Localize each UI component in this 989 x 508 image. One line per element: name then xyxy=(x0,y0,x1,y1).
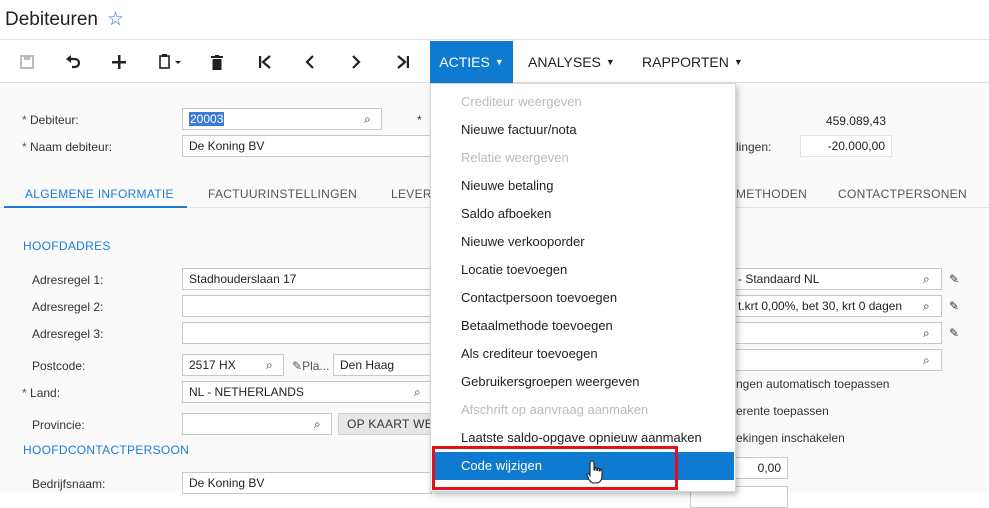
analyses-label: ANALYSES xyxy=(528,54,601,70)
pencil-icon: ✎ xyxy=(292,359,303,373)
pencil-icon[interactable]: ✎ xyxy=(949,326,959,340)
acties-dropdown-menu: Crediteur weergeven Nieuwe factuur/nota Re… xyxy=(430,83,736,492)
pencil-icon[interactable]: ✎ xyxy=(949,299,959,313)
menu-item-crediteur-weergeven: Crediteur weergeven xyxy=(461,94,582,109)
clipboard-icon[interactable] xyxy=(150,41,190,83)
land-field[interactable]: NL - NETHERLANDS xyxy=(182,381,432,403)
checkbox-label-3: ekingen inschakelen xyxy=(736,431,845,445)
adresregel2-field[interactable] xyxy=(182,295,432,317)
search-icon[interactable]: ⌕ xyxy=(314,417,321,432)
save-icon[interactable] xyxy=(10,41,44,83)
provincie-label: Provincie: xyxy=(32,418,85,432)
menu-item-relatie-weergeven: Relatie weergeven xyxy=(461,150,569,165)
checkbox-label-2: erente toepassen xyxy=(736,404,829,418)
rapporten-label: RAPPORTEN xyxy=(642,54,729,70)
menu-item-nieuwe-betaling[interactable]: Nieuwe betaling xyxy=(431,172,735,200)
provincie-field[interactable] xyxy=(182,413,332,435)
search-icon[interactable]: ⌕ xyxy=(364,112,371,127)
highlight-box xyxy=(432,446,678,490)
caret-down-icon: ▼ xyxy=(605,57,615,67)
menu-item-afschrift-op-aanvraag-aanmaken: Afschrift op aanvraag aanmaken xyxy=(461,402,649,417)
search-icon[interactable]: ⌕ xyxy=(923,299,930,314)
tab-contactpersonen[interactable]: CONTACTPERSONEN xyxy=(838,187,967,201)
hand-cursor-icon xyxy=(586,460,603,484)
right-label-2: lingen: xyxy=(736,140,772,154)
caret-down-icon: ▼ xyxy=(733,57,743,67)
active-tab-underline xyxy=(4,206,187,208)
bedrijfsnaam-label: Bedrijfsnaam: xyxy=(32,477,106,491)
section-hoofdadres: HOOFDADRES xyxy=(23,239,111,253)
land-label: * Land: xyxy=(22,386,61,400)
tab-factuurinstellingen[interactable]: FACTUURINSTELLINGEN xyxy=(208,187,357,201)
title-bar: Debiteuren ☆ xyxy=(0,0,989,40)
debiteur-label: * Debiteur: xyxy=(22,113,79,127)
first-icon[interactable] xyxy=(248,41,282,83)
page-title: Debiteuren xyxy=(5,9,98,30)
menu-item-nieuwe-verkooporder[interactable]: Nieuwe verkooporder xyxy=(431,228,735,256)
naam-label: * Naam debiteur: xyxy=(22,140,113,154)
tab-algemene-informatie[interactable]: ALGEMENE INFORMATIE xyxy=(25,187,174,201)
plaats-field[interactable]: Den Haag xyxy=(333,354,433,376)
debiteur-field[interactable]: 20003 xyxy=(182,108,382,130)
menu-item-als-crediteur-toevoegen[interactable]: Als crediteur toevoegen xyxy=(431,340,735,368)
pencil-icon[interactable]: ✎ xyxy=(949,272,959,286)
search-icon[interactable]: ⌕ xyxy=(923,326,930,341)
checkbox-label-1: ngen automatisch toepassen xyxy=(736,377,890,391)
add-icon[interactable] xyxy=(102,41,136,83)
acties-menu-button[interactable]: ACTIES ▼ xyxy=(430,41,513,83)
next-icon[interactable] xyxy=(339,41,373,83)
naam-field[interactable]: De Koning BV xyxy=(182,135,432,157)
caret-down-icon: ▼ xyxy=(494,57,504,67)
undo-icon[interactable] xyxy=(56,41,90,83)
previous-icon[interactable] xyxy=(293,41,327,83)
search-icon[interactable]: ⌕ xyxy=(923,272,930,287)
search-icon[interactable]: ⌕ xyxy=(923,353,930,368)
op-kaart-weergeven-button[interactable]: OP KAART WE xyxy=(338,413,432,435)
plaats-label: ✎Pla... xyxy=(292,359,330,373)
saldo-value: 459.089,43 xyxy=(825,114,886,128)
required-marker: * xyxy=(417,113,422,127)
section-hoofdcontactpersoon: HOOFDCONTACTPERSOON xyxy=(23,443,190,457)
adresregel1-label: Adresregel 1: xyxy=(32,273,104,287)
menu-item-saldo-afboeken[interactable]: Saldo afboeken xyxy=(431,200,735,228)
rapporten-menu-button[interactable]: RAPPORTEN ▼ xyxy=(632,41,753,83)
menu-item-contactpersoon-toevoegen[interactable]: Contactpersoon toevoegen xyxy=(431,284,735,312)
toolbar: ACTIES ▼ ANALYSES ▼ RAPPORTEN ▼ xyxy=(0,41,989,83)
tab-levering[interactable]: LEVER xyxy=(391,187,432,201)
menu-item-nieuwe-factuur-nota[interactable]: Nieuwe factuur/nota xyxy=(431,116,735,144)
menu-item-betaalmethode-toevoegen[interactable]: Betaalmethode toevoegen xyxy=(431,312,735,340)
last-icon[interactable] xyxy=(386,41,420,83)
bedrijfsnaam-field[interactable]: De Koning BV xyxy=(182,472,432,494)
tab-betaalmethoden[interactable]: METHODEN xyxy=(736,187,807,201)
adresregel2-label: Adresregel 2: xyxy=(32,300,104,314)
postcode-label: Postcode: xyxy=(32,359,86,373)
search-icon[interactable]: ⌕ xyxy=(414,385,421,400)
analyses-menu-button[interactable]: ANALYSES ▼ xyxy=(518,41,625,83)
menu-item-gebruikersgroepen-weergeven[interactable]: Gebruikersgroepen weergeven xyxy=(431,368,735,396)
delete-icon[interactable] xyxy=(200,41,234,83)
search-icon[interactable]: ⌕ xyxy=(266,358,273,373)
menu-item-locatie-toevoegen[interactable]: Locatie toevoegen xyxy=(431,256,735,284)
adresregel3-label: Adresregel 3: xyxy=(32,327,104,341)
right-value-2: -20.000,00 xyxy=(800,135,892,157)
adresregel1-field[interactable]: Stadhouderslaan 17 xyxy=(182,268,432,290)
acties-label: ACTIES xyxy=(439,54,490,70)
star-outline-icon[interactable]: ☆ xyxy=(107,8,124,31)
adresregel3-field[interactable] xyxy=(182,322,432,344)
